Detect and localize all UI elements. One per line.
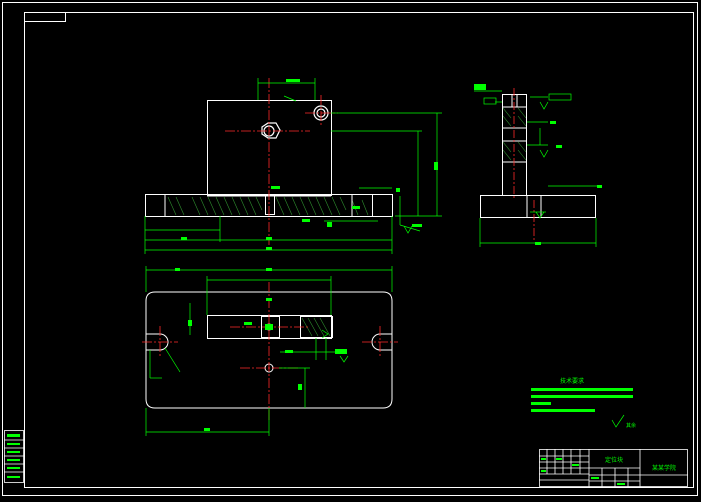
- side-view: [474, 84, 602, 247]
- front-dim-texts: [181, 79, 486, 250]
- cad-drawing-canvas: 技术要求 其余 定位块 某某学院: [0, 0, 701, 498]
- company-name: 某某学院: [652, 464, 676, 472]
- center-lines: [225, 78, 338, 245]
- front-view: [144, 78, 486, 254]
- title-block: 定位块 某某学院: [539, 449, 688, 487]
- section-hatch: [167, 196, 369, 216]
- tech-req-title: 技术要求: [560, 377, 584, 385]
- part-name: 定位块: [605, 456, 623, 464]
- top-view: [142, 266, 398, 436]
- margin-table: [4, 430, 24, 483]
- sheet-border: [2, 2, 698, 496]
- technical-requirements: 技术要求 其余: [531, 377, 636, 429]
- side-hatch: [502, 107, 527, 161]
- roughness-note: 其余: [626, 422, 636, 429]
- front-dimensions: [144, 78, 442, 254]
- side-dimensions: [474, 90, 600, 247]
- hex-nut: [261, 105, 329, 139]
